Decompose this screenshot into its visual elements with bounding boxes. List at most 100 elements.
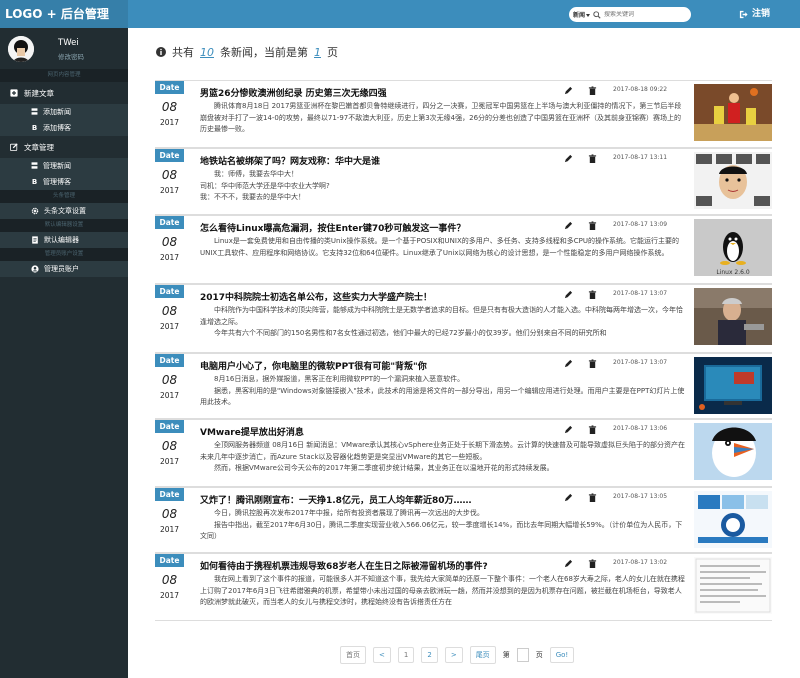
pencil-icon[interactable] [564,86,573,95]
article-row[interactable]: Date 08 2017 如何看待由于携程机票违规导致68岁老人在生日之际被滞留机场的… [155,553,772,621]
pencil-icon[interactable] [564,221,573,230]
article-title[interactable]: 如何看待由于携程机票违规导致68岁老人在生日之际被滞留机场的事件? [200,559,488,572]
go-button[interactable]: Go! [549,647,575,663]
article-row[interactable]: Date 08 2017 男篮26分惨败澳洲创纪录 历史第三次无缘四强 2017-08-… [155,80,772,148]
article-summary: 中科院作为中国科学技术的顶尖阵营，能够成为中科院院士是无数学者追求的目标。但是只… [200,306,683,337]
article-timestamp: 2017-08-17 13:11 [613,154,668,161]
date-badge: Date 08 2017 [155,420,184,466]
menu-headline-settings[interactable]: 头条文章设置 [0,203,128,219]
article-thumbnail[interactable] [694,357,772,414]
article-row[interactable]: Date 08 2017 VMware提早放出好消息 2017-08-17 13:06 … [155,419,772,487]
pencil-icon[interactable] [564,359,573,368]
search-type-select[interactable]: 新闻 [573,10,591,19]
date-badge: Date 08 2017 [155,216,184,262]
date-day: 08 [161,100,178,114]
trash-icon[interactable] [588,290,597,299]
article-summary: 我在网上看到了这个事件的报道，可能很多人并不知道这个事，我先给大家简单的还原一下… [200,575,685,606]
date-badge: Date 08 2017 [155,554,184,600]
date-year: 2017 [159,186,180,195]
article-title[interactable]: 男篮26分惨败澳洲创纪录 历史第三次无缘四强 [200,86,387,99]
trash-icon[interactable] [588,154,597,163]
article-title[interactable]: 怎么看待Linux曝高危漏洞，按住Enter键70秒可触发这一事件？ [200,221,465,234]
section-header-content: 网页内容管理 [0,69,128,82]
article-thumbnail[interactable] [694,557,772,614]
menu-manage-articles[interactable]: 文章管理 [0,136,128,158]
date-year: 2017 [159,457,180,466]
info-icon [156,47,166,57]
menu-manage-news[interactable]: 〓管理新闻 [0,158,128,174]
page-1-button[interactable]: 1 [397,647,415,663]
date-badge: Date 08 2017 [155,488,184,534]
menu-default-editor[interactable]: 默认编辑器 [0,232,128,248]
news-count: 10 [200,45,214,59]
blog-icon: B [31,124,38,132]
article-row[interactable]: Date 08 2017 2017中科院院士初选名单公布，这些实力大学盛产院士！ 201… [155,284,772,353]
article-title[interactable]: 电脑用户小心了，你电脑里的微软PPT很有可能"背叛"你 [200,359,427,372]
search-icon[interactable] [593,10,601,19]
logout-icon [739,10,748,18]
pencil-icon[interactable] [564,559,573,568]
article-title[interactable]: VMware提早放出好消息 [200,425,304,438]
article-title[interactable]: 地铁站名被绑架了吗？网友戏称：华中大是谁 [200,154,380,167]
article-thumbnail[interactable] [694,152,772,209]
trash-icon[interactable] [588,359,597,368]
article-summary: 我：师傅，我要去华中大！ 司机：华中师范大学还是华中农业大学啊? 我：不不不，我… [200,170,330,201]
trash-icon[interactable] [588,221,597,230]
menu-add-blog[interactable]: B 添加博客 [0,120,128,136]
article-thumbnail[interactable] [694,491,772,548]
article-row[interactable]: Date 08 2017 地铁站名被绑架了吗？网友戏称：华中大是谁 2017-08-17… [155,148,772,215]
article-timestamp: 2017-08-17 13:06 [613,425,668,432]
article-thumbnail[interactable] [694,423,772,480]
pencil-icon[interactable] [564,493,573,502]
article-timestamp: 2017-08-17 13:07 [613,290,668,297]
section-header-admin: 管理员账户设置 [0,248,128,261]
pencil-icon[interactable] [564,154,573,163]
avatar [8,36,34,62]
article-row[interactable]: Date 08 2017 怎么看待Linux曝高危漏洞，按住Enter键70秒可触发这… [155,215,772,284]
article-row[interactable]: Date 08 2017 电脑用户小心了，你电脑里的微软PPT很有可能"背叛"你 201… [155,353,772,419]
date-badge: Date 08 2017 [155,354,184,400]
blog-icon: B [31,178,38,186]
trash-icon[interactable] [588,493,597,502]
article-thumbnail[interactable] [694,288,772,345]
article-title[interactable]: 2017中科院院士初选名单公布，这些实力大学盛产院士！ [200,290,432,303]
section-header-headline: 头条管理 [0,190,128,203]
pencil-icon[interactable] [564,290,573,299]
trash-icon[interactable] [588,86,597,95]
date-day: 08 [161,235,178,249]
goto-page-input[interactable] [516,648,529,662]
article-thumbnail[interactable]: Linux 2.6.0 [694,219,772,276]
date-day: 08 [161,573,178,587]
date-year: 2017 [159,322,180,331]
search-input[interactable] [604,11,675,18]
menu-admin-account[interactable]: 管理员账户 [0,261,128,277]
menu-add-news[interactable]: 〓添加新闻 [0,104,128,120]
date-year: 2017 [159,591,180,600]
page-2-button[interactable]: 2 [421,647,438,663]
date-year: 2017 [159,525,180,534]
date-day: 08 [161,373,178,387]
menu-new-article[interactable]: 新建文章 [0,82,128,104]
change-password-link[interactable]: 修改密码 [58,51,84,61]
date-year: 2017 [159,253,180,262]
article-title[interactable]: 又炸了！腾讯刚刚宣布：一天挣1.8亿元，员工人均年薪近80万…… [200,493,471,506]
date-year: 2017 [159,118,180,127]
menu-manage-blog[interactable]: B 管理博客 [0,174,128,190]
date-label: Date [155,488,184,501]
last-page-button[interactable]: 尾页 [469,646,496,664]
trash-icon[interactable] [588,559,597,568]
trash-icon[interactable] [588,425,597,434]
user-name: TWei [58,38,79,48]
next-page-button[interactable]: > [444,647,463,663]
svg-text:Linux 2.6.0: Linux 2.6.0 [716,269,750,276]
logout-button[interactable]: 注销 [739,0,770,28]
prev-page-button[interactable]: < [373,647,391,663]
date-badge: Date 08 2017 [155,285,184,331]
article-thumbnail[interactable] [694,84,772,141]
article-row[interactable]: Date 08 2017 又炸了！腾讯刚刚宣布：一天挣1.8亿元，员工人均年薪近80万… [155,487,772,553]
sidebar: TWei 修改密码 网页内容管理 新建文章 〓添加新闻 B 添加博客 文章管理 〓… [0,28,128,678]
app-logo[interactable]: LOGO + 后台管理 [0,0,128,28]
pencil-icon[interactable] [564,425,573,434]
first-page-button[interactable]: 首页 [340,646,366,664]
article-summary: 今日，腾讯控股再次发布2017年中报，给所有投资者展现了腾讯再一次远出的大步伐。… [200,509,683,540]
